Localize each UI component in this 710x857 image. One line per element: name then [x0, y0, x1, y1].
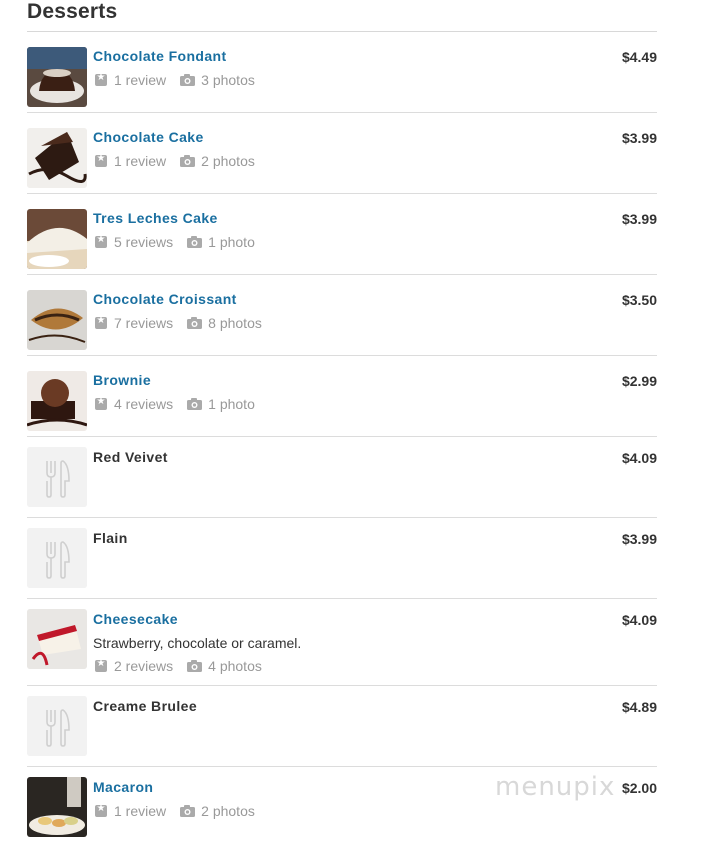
- reviews-link[interactable]: 2 reviews: [95, 658, 173, 674]
- item-meta: 1 review 2 photos: [95, 803, 255, 819]
- reviews-link[interactable]: 4 reviews: [95, 396, 173, 412]
- photos-link[interactable]: 2 photos: [180, 803, 255, 819]
- item-name-link[interactable]: Chocolate Croissant: [93, 291, 237, 307]
- star-icon: [95, 72, 107, 86]
- item-price: $4.49: [621, 49, 657, 65]
- item-name-link[interactable]: Chocolate Fondant: [93, 48, 227, 64]
- item-name: Flain: [93, 530, 128, 546]
- item-name: Creame Brulee: [93, 698, 198, 714]
- photos-count: 1 photo: [208, 234, 255, 250]
- photos-link[interactable]: 1 photo: [187, 396, 255, 412]
- reviews-count: 1 review: [114, 153, 167, 169]
- item-name-link[interactable]: Chocolate Cake: [93, 129, 204, 145]
- item-price: $4.09: [621, 612, 657, 628]
- item-price: $3.99: [621, 531, 657, 547]
- camera-icon: [187, 398, 203, 410]
- reviews-count: 2 reviews: [114, 658, 174, 674]
- camera-icon: [180, 155, 196, 167]
- reviews-link[interactable]: 7 reviews: [95, 315, 173, 331]
- photos-count: 4 photos: [208, 658, 262, 674]
- star-icon: [95, 803, 107, 817]
- camera-icon: [187, 660, 203, 672]
- photos-link[interactable]: 1 photo: [187, 234, 255, 250]
- star-icon: [95, 153, 107, 167]
- item-name-link[interactable]: Cheesecake: [93, 611, 178, 627]
- item-meta: 2 reviews 4 photos: [95, 658, 262, 674]
- menu-item: Red Veivet $4.09: [27, 437, 657, 518]
- croissant-photo[interactable]: [27, 290, 87, 350]
- reviews-count: 1 review: [114, 803, 167, 819]
- reviews-count: 1 review: [114, 72, 167, 88]
- star-icon: [95, 234, 107, 248]
- camera-icon: [187, 236, 203, 248]
- photos-link[interactable]: 3 photos: [180, 72, 255, 88]
- fork-knife-placeholder-icon: [27, 447, 87, 507]
- item-name: Red Veivet: [93, 449, 168, 465]
- item-price: $4.89: [621, 699, 657, 715]
- menu-item: Chocolate Fondant 1 review 3 photos $4.4…: [27, 32, 657, 113]
- photos-count: 1 photo: [208, 396, 255, 412]
- tres-leches-photo[interactable]: [27, 209, 87, 269]
- reviews-link[interactable]: 5 reviews: [95, 234, 173, 250]
- camera-icon: [187, 317, 203, 329]
- photos-count: 8 photos: [208, 315, 262, 331]
- item-name-link[interactable]: Tres Leches Cake: [93, 210, 218, 226]
- star-icon: [95, 658, 107, 672]
- reviews-count: 5 reviews: [114, 234, 174, 250]
- item-meta: 1 review 3 photos: [95, 72, 255, 88]
- brownie-photo[interactable]: [27, 371, 87, 431]
- photos-link[interactable]: 2 photos: [180, 153, 255, 169]
- star-icon: [95, 315, 107, 329]
- item-meta: 4 reviews 1 photo: [95, 396, 255, 412]
- item-price: $2.99: [621, 373, 657, 389]
- camera-icon: [180, 805, 196, 817]
- photos-link[interactable]: 4 photos: [187, 658, 262, 674]
- reviews-link[interactable]: 1 review: [95, 153, 166, 169]
- photos-count: 3 photos: [201, 72, 255, 88]
- item-price: $3.50: [621, 292, 657, 308]
- menupix-watermark: menupix: [495, 772, 616, 802]
- chocolate-cake-photo[interactable]: [27, 128, 87, 188]
- fork-knife-placeholder-icon: [27, 528, 87, 588]
- cheesecake-photo[interactable]: [27, 609, 87, 669]
- star-icon: [95, 396, 107, 410]
- item-price: $3.99: [621, 211, 657, 227]
- menu-list: Chocolate Fondant 1 review 3 photos $4.4…: [27, 32, 657, 847]
- menu-item: Chocolate Cake 1 review 2 photos $3.99: [27, 113, 657, 194]
- item-meta: 5 reviews 1 photo: [95, 234, 255, 250]
- item-name-link[interactable]: Macaron: [93, 779, 153, 795]
- camera-icon: [180, 74, 196, 86]
- section-title: Desserts: [27, 0, 118, 23]
- reviews-count: 4 reviews: [114, 396, 174, 412]
- item-meta: 7 reviews 8 photos: [95, 315, 262, 331]
- item-price: $3.99: [621, 130, 657, 146]
- menu-item: Cheesecake Strawberry, chocolate or cara…: [27, 599, 657, 686]
- item-name-link[interactable]: Brownie: [93, 372, 151, 388]
- reviews-count: 7 reviews: [114, 315, 174, 331]
- item-price: $4.09: [621, 450, 657, 466]
- menu-item: Tres Leches Cake 5 reviews 1 photo $3.99: [27, 194, 657, 275]
- item-price: $2.00: [621, 780, 657, 796]
- photos-link[interactable]: 8 photos: [187, 315, 262, 331]
- item-meta: 1 review 2 photos: [95, 153, 255, 169]
- photos-count: 2 photos: [201, 153, 255, 169]
- macaron-photo[interactable]: [27, 777, 87, 837]
- fork-knife-placeholder-icon: [27, 696, 87, 756]
- menu-item: Creame Brulee $4.89: [27, 686, 657, 767]
- photos-count: 2 photos: [201, 803, 255, 819]
- menu-item: Brownie 4 reviews 1 photo $2.99: [27, 356, 657, 437]
- reviews-link[interactable]: 1 review: [95, 72, 166, 88]
- menu-item: Chocolate Croissant 7 reviews 8 photos $…: [27, 275, 657, 356]
- reviews-link[interactable]: 1 review: [95, 803, 166, 819]
- chocolate-fondant-photo[interactable]: [27, 47, 87, 107]
- item-description: Strawberry, chocolate or caramel.: [93, 635, 302, 651]
- menu-item: Flain $3.99: [27, 518, 657, 599]
